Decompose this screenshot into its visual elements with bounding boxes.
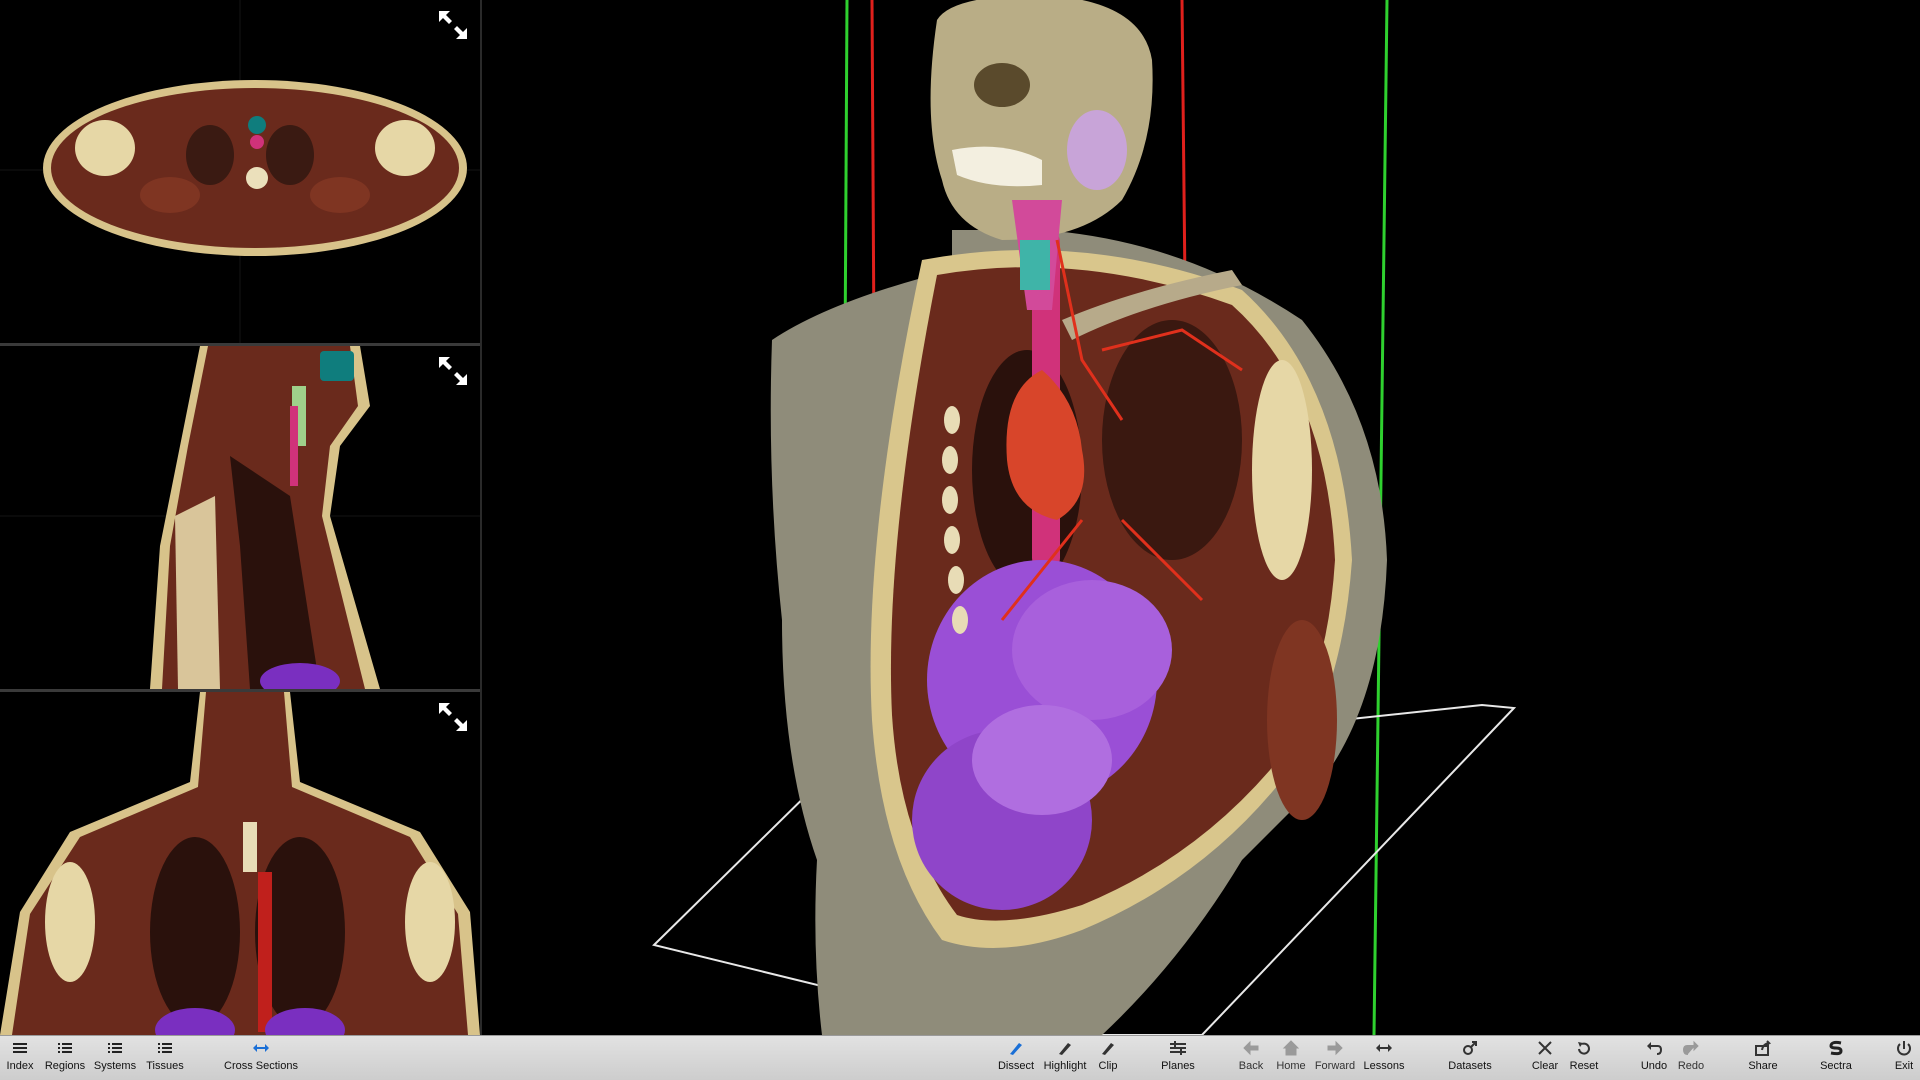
cross-sections-label: Cross Sections (224, 1060, 298, 1072)
clear-button[interactable]: Clear (1530, 1038, 1560, 1079)
expand-coronal-button[interactable] (436, 700, 470, 734)
sectra-button[interactable]: Sectra (1818, 1038, 1854, 1079)
sagittal-section-image (0, 346, 480, 689)
menu-icon (13, 1043, 27, 1053)
index-button[interactable]: Index (4, 1038, 36, 1079)
dissect-button[interactable]: Dissect (994, 1038, 1038, 1079)
planes-label: Planes (1161, 1060, 1195, 1072)
forward-label: Forward (1314, 1060, 1356, 1072)
home-button[interactable]: Home (1274, 1038, 1308, 1079)
coronal-section-panel[interactable] (0, 692, 480, 1035)
axial-section-panel[interactable] (0, 0, 480, 343)
clear-label: Clear (1531, 1060, 1559, 1072)
sliders-icon (1170, 1041, 1186, 1055)
dissect-label: Dissect (997, 1060, 1035, 1072)
lessons-label: Lessons (1363, 1060, 1405, 1072)
undo-label: Undo (1640, 1060, 1668, 1072)
datasets-label: Datasets (1448, 1060, 1492, 1072)
home-icon (1282, 1040, 1300, 1056)
undo-icon (1647, 1042, 1663, 1055)
arrow-left-icon (1243, 1040, 1259, 1056)
expand-axial-button[interactable] (436, 8, 470, 42)
clip-knife-icon (1102, 1043, 1114, 1055)
redo-label: Redo (1677, 1060, 1705, 1072)
male-symbol-icon (1463, 1041, 1477, 1055)
list-icon (158, 1043, 172, 1053)
power-icon (1897, 1041, 1911, 1056)
lessons-button[interactable]: Lessons (1362, 1038, 1406, 1079)
reset-icon (1578, 1042, 1590, 1055)
3d-viewport[interactable] (482, 0, 1920, 1035)
exit-label: Exit (1894, 1060, 1914, 1072)
double-arrow-icon (1376, 1044, 1392, 1052)
tissues-button[interactable]: Tissues (142, 1038, 188, 1079)
undo-button[interactable]: Undo (1638, 1038, 1670, 1079)
coronal-section-image (0, 692, 480, 1035)
systems-button[interactable]: Systems (92, 1038, 138, 1079)
clip-button[interactable]: Clip (1092, 1038, 1124, 1079)
tissues-label: Tissues (146, 1060, 184, 1072)
sectra-logo-icon (1829, 1040, 1843, 1056)
datasets-button[interactable]: Datasets (1444, 1038, 1496, 1079)
bottom-toolbar: Index Regions Systems Tissues Cross Sect… (0, 1035, 1920, 1080)
anatomy-3d-model[interactable] (482, 0, 1920, 1035)
redo-icon (1682, 1040, 1699, 1055)
axial-section-image (0, 0, 480, 343)
sagittal-section-panel[interactable] (0, 346, 480, 689)
list-icon (58, 1043, 72, 1053)
close-icon (1538, 1041, 1552, 1055)
highlight-button[interactable]: Highlight (1042, 1038, 1088, 1079)
regions-button[interactable]: Regions (42, 1038, 88, 1079)
horizontal-arrows-icon (253, 1044, 269, 1052)
reset-label: Reset (1569, 1060, 1599, 1072)
systems-label: Systems (93, 1060, 137, 1072)
arrow-right-icon (1327, 1040, 1343, 1056)
list-icon (108, 1043, 122, 1053)
redo-button[interactable]: Redo (1676, 1038, 1706, 1079)
expand-arrows-icon (439, 703, 467, 731)
highlight-label: Highlight (1043, 1060, 1087, 1072)
share-label: Share (1748, 1060, 1778, 1072)
reset-button[interactable]: Reset (1568, 1038, 1600, 1079)
forward-button[interactable]: Forward (1314, 1038, 1356, 1079)
expand-arrows-icon (439, 11, 467, 39)
planes-button[interactable]: Planes (1158, 1038, 1198, 1079)
index-label: Index (6, 1060, 34, 1072)
expand-sagittal-button[interactable] (436, 354, 470, 388)
regions-label: Regions (44, 1060, 86, 1072)
scalpel-icon (1010, 1043, 1022, 1055)
clip-label: Clip (1098, 1060, 1118, 1072)
share-icon (1755, 1040, 1772, 1056)
sectra-label: Sectra (1820, 1060, 1852, 1072)
cross-sections-button[interactable]: Cross Sections (222, 1038, 300, 1079)
share-button[interactable]: Share (1746, 1038, 1780, 1079)
pencil-icon (1059, 1043, 1071, 1055)
expand-arrows-icon (439, 357, 467, 385)
back-label: Back (1238, 1060, 1264, 1072)
exit-button[interactable]: Exit (1890, 1038, 1918, 1079)
home-label: Home (1276, 1060, 1306, 1072)
back-button[interactable]: Back (1236, 1038, 1266, 1079)
